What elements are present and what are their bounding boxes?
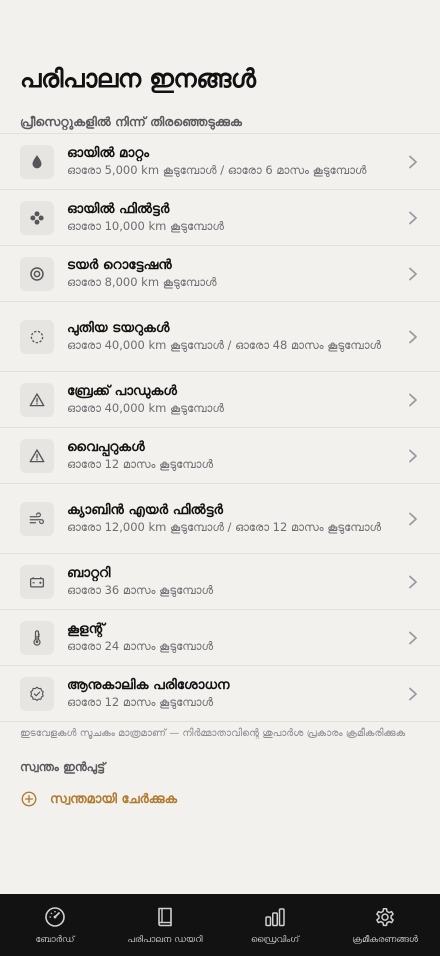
item-subtitle: ഓരോ 12,000 km കൂടുമ്പോൾ / ഓരോ 12 മാസം കൂ… <box>67 520 382 534</box>
list-item-oil-filter[interactable]: ഓയിൽ ഫിൽട്ടർ ഓരോ 10,000 km കൂടുമ്പോൾ <box>0 190 440 246</box>
chevron-right-icon <box>409 687 417 700</box>
item-title: ഓയിൽ മാറ്റം <box>67 145 150 161</box>
tab-label: ക്രമീകരണങ്ങൾ <box>352 935 418 945</box>
chevron-right-icon <box>409 631 417 644</box>
chevron-right-icon <box>409 512 417 525</box>
item-subtitle: ഓരോ 12 മാസം കൂടുമ്പോൾ <box>67 457 214 471</box>
item-title: വൈപ്പറുകൾ <box>67 439 145 455</box>
item-subtitle: ഓരോ 8,000 km കൂടുമ്പോൾ <box>67 275 217 289</box>
item-title: ക്യാബിൻ എയർ ഫിൽട്ടർ <box>67 502 223 518</box>
item-subtitle: ഓരോ 12 മാസം കൂടുമ്പോൾ <box>67 695 214 709</box>
list-item-new-tires[interactable]: പുതിയ ടയറുകൾ ഓരോ 40,000 km കൂടുമ്പോൾ / ഓ… <box>0 302 440 372</box>
book-icon <box>158 907 172 927</box>
tab-label: ഡ്രൈവിംഗ് <box>250 935 300 945</box>
drop-icon <box>20 144 54 179</box>
section-label-presets: പ്രീസെറ്റുകളിൽ നിന്ന് തിരഞ്ഞെടുക്കുക <box>20 114 242 129</box>
item-title: ടയർ റൊട്ടേഷൻ <box>67 257 172 273</box>
interval-footnote: ഇടവേളകൾ സൂചകം മാത്രമാണ് — നിർമ്മാതാവിന്റ… <box>20 728 406 739</box>
gear-icon <box>376 908 394 927</box>
battery-icon <box>20 564 54 599</box>
tab-label: പരിപാലന ഡയറി <box>127 935 203 945</box>
filter-icon <box>20 200 54 235</box>
bar-chart-icon <box>265 908 285 927</box>
warning-icon <box>20 382 54 417</box>
tab-maintenance-diary[interactable]: പരിപാലന ഡയറി <box>110 894 220 956</box>
thermometer-icon <box>20 620 54 655</box>
tab-label: ബോർഡ് <box>35 935 75 945</box>
list-item-cabin-air-filter[interactable]: ക്യാബിൻ എയർ ഫിൽട്ടർ ഓരോ 12,000 km കൂടുമ്… <box>0 484 440 554</box>
list-item-brake-pads[interactable]: ബ്രേക്ക് പാഡുകൾ ഓരോ 40,000 km കൂടുമ്പോൾ <box>0 372 440 428</box>
item-subtitle: ഓരോ 5,000 km കൂടുമ്പോൾ / ഓരോ 6 മാസം കൂടു… <box>67 163 367 177</box>
tab-board[interactable]: ബോർഡ് <box>0 894 110 956</box>
item-subtitle: ഓരോ 40,000 km കൂടുമ്പോൾ <box>67 401 224 415</box>
list-item-wipers[interactable]: വൈപ്പറുകൾ ഓരോ 12 മാസം കൂടുമ്പോൾ <box>0 428 440 484</box>
chevron-right-icon <box>409 155 417 168</box>
section-label-custom: സ്വന്തം ഇൻപുട്ട് <box>20 760 106 774</box>
item-title: ആനുകാലിക പരിശോധന <box>67 677 230 693</box>
add-custom-label: സ്വന്തമായി ചേർക്കുക <box>50 791 177 807</box>
list-item-coolant[interactable]: കൂളന്റ് ഓരോ 24 മാസം കൂടുമ്പോൾ <box>0 610 440 666</box>
check-badge-icon <box>20 676 54 711</box>
tab-driving[interactable]: ഡ്രൈവിംഗ് <box>220 894 330 956</box>
list-item-oil-change[interactable]: ഓയിൽ മാറ്റം ഓരോ 5,000 km കൂടുമ്പോൾ / ഓരോ… <box>0 134 440 190</box>
item-title: ഓയിൽ ഫിൽട്ടർ <box>67 201 170 217</box>
dashed-circle-icon <box>20 319 54 354</box>
tab-settings[interactable]: ക്രമീകരണങ്ങൾ <box>330 894 440 956</box>
item-title: ബാറ്ററി <box>67 565 111 581</box>
preset-list: ഓയിൽ മാറ്റം ഓരോ 5,000 km കൂടുമ്പോൾ / ഓരോ… <box>0 133 440 722</box>
item-title: ബ്രേക്ക് പാഡുകൾ <box>67 383 177 399</box>
tire-icon <box>20 256 54 291</box>
item-subtitle: ഓരോ 10,000 km കൂടുമ്പോൾ <box>67 219 224 233</box>
wind-icon <box>20 501 54 536</box>
item-title: കൂളന്റ് <box>67 621 105 637</box>
item-subtitle: ഓരോ 40,000 km കൂടുമ്പോൾ / ഓരോ 48 മാസം കൂ… <box>67 338 382 352</box>
warning-icon <box>20 438 54 473</box>
chevron-right-icon <box>409 393 417 406</box>
plus-circle-icon <box>21 791 37 807</box>
chevron-right-icon <box>409 575 417 588</box>
item-subtitle: ഓരോ 36 മാസം കൂടുമ്പോൾ <box>67 583 214 597</box>
tab-bar: ബോർഡ് പരിപാലന ഡയറി ഡ്രൈവിംഗ് ക്രമീകരണങ്ങ… <box>0 894 440 956</box>
item-title: പുതിയ ടയറുകൾ <box>67 320 170 336</box>
gauge-icon <box>45 907 65 927</box>
page-title: പരിപാലന ഇനങ്ങൾ <box>20 64 256 93</box>
add-custom-button[interactable]: സ്വന്തമായി ചേർക്കുക <box>20 790 177 808</box>
list-item-periodic-inspection[interactable]: ആനുകാലിക പരിശോധന ഓരോ 12 മാസം കൂടുമ്പോൾ <box>0 666 440 722</box>
chevron-right-icon <box>409 267 417 280</box>
list-item-tire-rotation[interactable]: ടയർ റൊട്ടേഷൻ ഓരോ 8,000 km കൂടുമ്പോൾ <box>0 246 440 302</box>
chevron-right-icon <box>409 211 417 224</box>
chevron-right-icon <box>409 330 417 343</box>
item-subtitle: ഓരോ 24 മാസം കൂടുമ്പോൾ <box>67 639 214 653</box>
chevron-right-icon <box>409 449 417 462</box>
list-item-battery[interactable]: ബാറ്ററി ഓരോ 36 മാസം കൂടുമ്പോൾ <box>0 554 440 610</box>
